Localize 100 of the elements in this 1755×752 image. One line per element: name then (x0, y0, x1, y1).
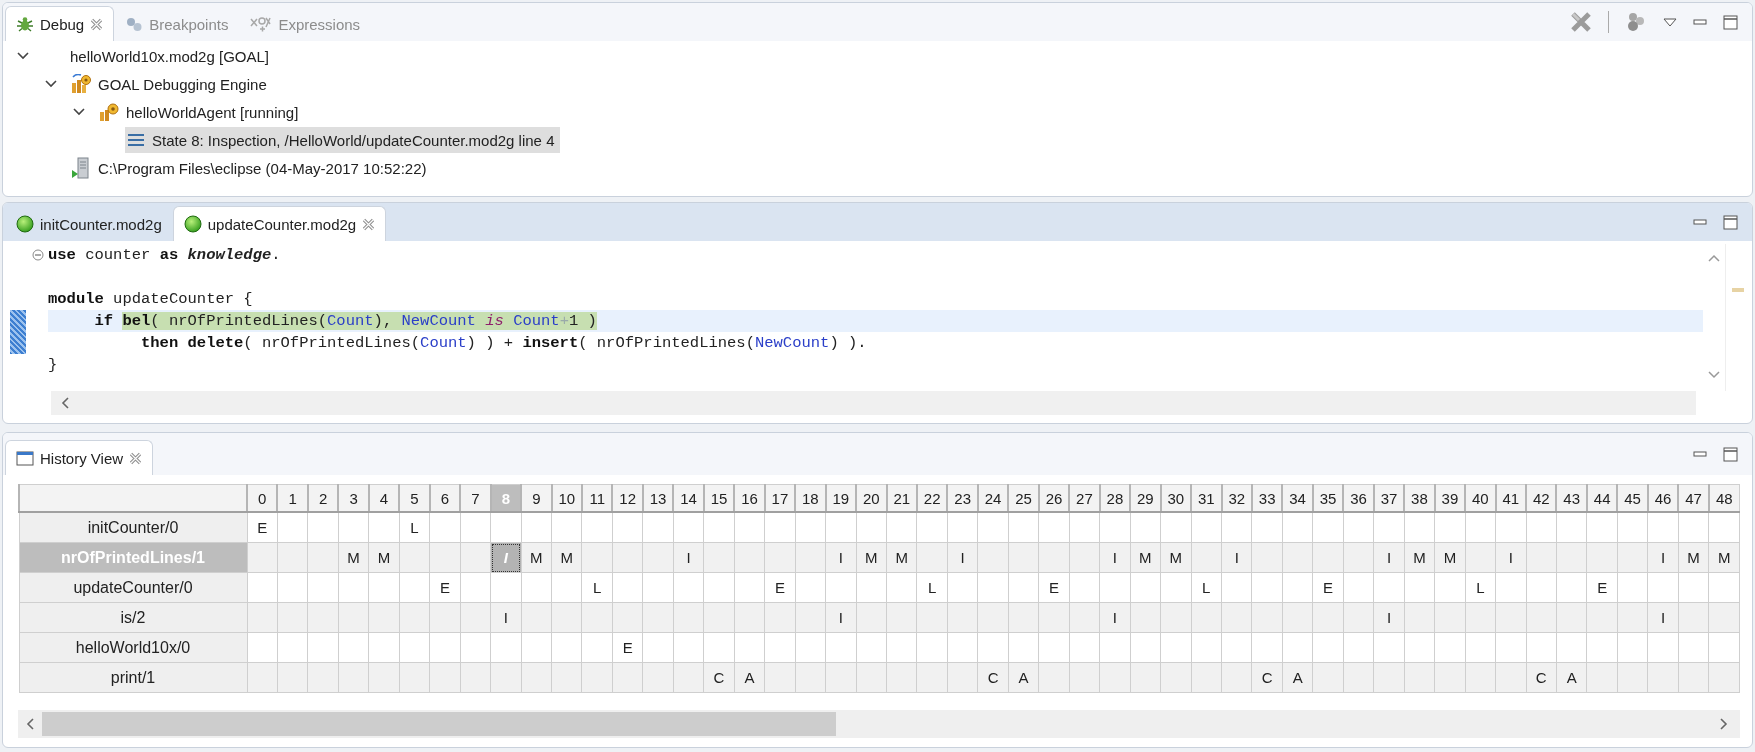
column-header[interactable]: 28 (1099, 484, 1131, 512)
column-header[interactable]: 11 (582, 484, 613, 512)
column-header[interactable]: 20 (856, 484, 887, 512)
column-header[interactable]: 1 (277, 484, 308, 512)
table-cell[interactable]: L (916, 572, 948, 603)
table-cell[interactable]: L (1465, 572, 1496, 603)
column-header[interactable]: 27 (1069, 484, 1100, 512)
column-header[interactable]: 46 (1647, 484, 1679, 512)
column-header[interactable]: 26 (1038, 484, 1070, 512)
column-header[interactable]: 0 (247, 484, 278, 512)
table-cell[interactable]: E (1312, 572, 1344, 603)
column-header[interactable]: 44 (1586, 484, 1618, 512)
column-header[interactable]: 14 (673, 484, 704, 512)
chevron-down-icon[interactable] (45, 80, 57, 88)
chevron-down-icon[interactable] (17, 52, 29, 60)
code-line: } (48, 356, 58, 374)
column-header[interactable]: 9 (521, 484, 552, 512)
column-header[interactable]: 36 (1343, 484, 1374, 512)
column-header[interactable]: 15 (703, 484, 735, 512)
tree-item[interactable]: helloWorld10x.mod2g [GOAL] (41, 43, 275, 69)
agent-icon (99, 102, 119, 122)
column-header[interactable]: 4 (368, 484, 400, 512)
tree-item[interactable]: helloWorldAgent [running] (97, 99, 305, 125)
column-header[interactable]: 40 (1465, 484, 1496, 512)
circles-icon[interactable] (1625, 11, 1647, 33)
column-header[interactable]: 37 (1373, 484, 1405, 512)
column-header[interactable]: 22 (916, 484, 948, 512)
minimize-icon[interactable] (1693, 219, 1707, 225)
column-header[interactable]: 5 (399, 484, 430, 512)
maximize-icon[interactable] (1723, 14, 1738, 30)
table-cell[interactable]: E (247, 512, 278, 543)
minimize-icon[interactable] (1693, 19, 1707, 25)
close-icon[interactable] (90, 17, 104, 31)
scroll-right-icon[interactable] (1720, 718, 1728, 730)
horizontal-scrollbar[interactable] (18, 710, 1740, 738)
row-header[interactable]: helloWorld10x/0 (19, 632, 247, 663)
scroll-down-icon[interactable] (1708, 371, 1720, 379)
column-header[interactable]: 35 (1312, 484, 1344, 512)
view-menu-icon[interactable] (1663, 17, 1677, 27)
tab[interactable]: History View (5, 440, 154, 475)
table-cell[interactable]: L (399, 512, 430, 543)
column-header[interactable]: 3 (338, 484, 369, 512)
tree-item[interactable]: State 8: Inspection, /HelloWorld/updateCounter.mod2g line 4 (125, 127, 561, 153)
column-header[interactable]: 38 (1404, 484, 1435, 512)
column-header[interactable]: 19 (825, 484, 857, 512)
column-header[interactable]: 42 (1526, 484, 1557, 512)
tab[interactable]: Debug (5, 6, 115, 41)
scroll-left-icon[interactable] (26, 718, 34, 730)
column-header[interactable]: 43 (1556, 484, 1587, 512)
column-header[interactable]: 32 (1221, 484, 1252, 512)
column-header[interactable]: 45 (1617, 484, 1648, 512)
table-cell[interactable]: E (764, 572, 796, 603)
close-icon[interactable] (362, 217, 376, 231)
table-cell[interactable]: L (1191, 572, 1222, 603)
table-cell[interactable]: E (612, 632, 643, 663)
column-header[interactable]: 21 (886, 484, 917, 512)
table-cell[interactable]: E (1586, 572, 1618, 603)
scrollbar-thumb[interactable] (42, 712, 836, 736)
column-header[interactable]: 13 (642, 484, 674, 512)
column-header[interactable]: 30 (1160, 484, 1192, 512)
column-header[interactable]: 33 (1251, 484, 1283, 512)
column-header[interactable]: 34 (1282, 484, 1313, 512)
chevron-down-icon[interactable] (73, 108, 85, 116)
collapse-icon[interactable] (32, 249, 44, 261)
column-header[interactable]: 31 (1191, 484, 1222, 512)
tab[interactable]: updateCounter.mod2g (172, 206, 387, 241)
table-cell[interactable]: E (429, 572, 461, 603)
column-header[interactable]: 24 (977, 484, 1009, 512)
column-header[interactable]: 12 (612, 484, 643, 512)
column-header[interactable]: 18 (795, 484, 826, 512)
maximize-icon[interactable] (1723, 214, 1738, 230)
tree-item[interactable]: GOAL Debugging Engine (69, 71, 273, 97)
horizontal-scrollbar[interactable] (51, 391, 1696, 415)
remove-terminated-icon[interactable] (1570, 11, 1592, 33)
column-header[interactable]: 17 (764, 484, 796, 512)
column-header[interactable]: 7 (460, 484, 491, 512)
column-header[interactable]: 10 (551, 484, 582, 512)
table-cell[interactable]: L (582, 572, 613, 603)
column-header[interactable]: 2 (307, 484, 339, 512)
column-header[interactable]: 23 (947, 484, 978, 512)
scroll-left-icon[interactable] (61, 397, 69, 409)
tab[interactable]: initCounter.mod2g (5, 206, 173, 241)
scroll-up-icon[interactable] (1708, 254, 1720, 262)
column-header[interactable]: 6 (429, 484, 461, 512)
table-cell[interactable]: E (1038, 572, 1070, 603)
column-header[interactable]: 16 (734, 484, 765, 512)
maximize-icon[interactable] (1723, 446, 1738, 462)
column-header[interactable]: 29 (1130, 484, 1161, 512)
column-header[interactable]: 48 (1708, 484, 1740, 512)
tree-item[interactable]: C:\Program Files\eclipse (04-May-2017 10:52:22) (69, 155, 433, 181)
row-header[interactable]: print/1 (19, 662, 247, 693)
row-header[interactable]: is/2 (19, 602, 247, 633)
close-icon[interactable] (129, 451, 143, 465)
row-header[interactable]: updateCounter/0 (19, 572, 247, 603)
minimize-icon[interactable] (1693, 451, 1707, 457)
column-header[interactable]: 41 (1495, 484, 1527, 512)
row-header[interactable]: initCounter/0 (19, 512, 247, 543)
column-header[interactable]: 25 (1008, 484, 1039, 512)
column-header[interactable]: 39 (1434, 484, 1466, 512)
column-header[interactable]: 47 (1678, 484, 1709, 512)
